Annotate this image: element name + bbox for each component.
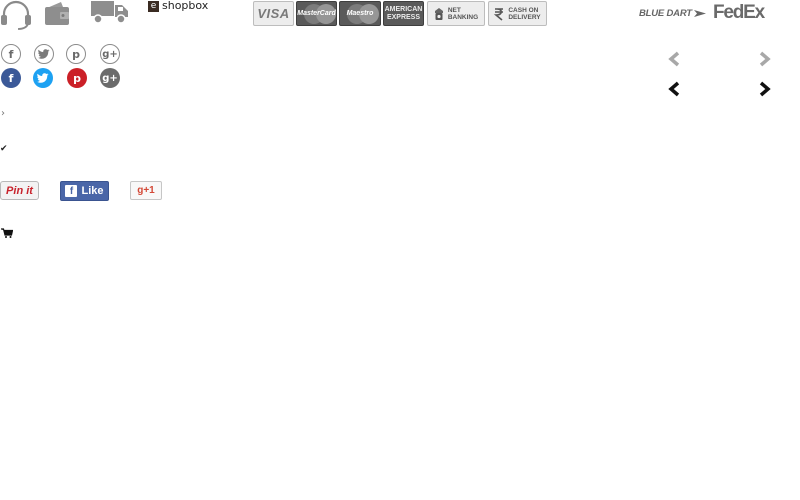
shopbox-badge: e [148,0,159,12]
facebook-glyph: f [8,47,14,61]
delivery-truck-icon [91,0,129,29]
amex-card: AMERICAN EXPRESS [383,1,424,26]
shopbox-logo[interactable]: e shopbox [148,0,208,12]
amex-label-line2: EXPRESS [386,13,421,21]
bluedart-logo: BLUE DART [639,8,706,19]
facebook-like-label: Like [81,185,104,197]
visa-label: VISA [257,6,290,21]
next-arrow-light-icon[interactable] [758,51,772,72]
facebook-icon[interactable]: f [1,68,21,88]
twitter-icon[interactable] [33,68,53,88]
pinterest-glyph: p [72,47,80,61]
visa-card: VISA [253,1,294,26]
cod-line2: DELIVERY [508,13,541,21]
maestro-label: Maestro [346,10,374,17]
googleplus-one-button[interactable]: g+1 [130,181,162,200]
mastercard-label: MasterCard [297,10,336,17]
fedex-logo: FedEx [713,2,765,23]
wallet-icon [44,0,70,31]
googleplus-glyph: g+ [102,48,118,60]
googleplus-glyph-filled: g+ [102,72,118,84]
amex-label-line1: AMERICAN [384,5,423,13]
mastercard-card: MasterCard [296,1,337,26]
googleplus-icon[interactable]: g+ [100,68,120,88]
cod-line1: CASH ON [508,6,539,14]
rupee-icon [494,7,504,21]
net-banking-card: NET BANKING [427,1,485,26]
shopbox-label: shopbox [162,0,209,12]
googleplus-outline-icon[interactable]: g+ [100,44,120,64]
prev-arrow-icon[interactable] [667,81,681,102]
pinit-button[interactable]: Pin it [0,181,39,200]
support-headset-icon [0,0,32,35]
bluedart-label: BLUE DART [639,8,692,19]
pinterest-glyph-filled: p [73,71,81,85]
pinterest-icon[interactable]: p [67,68,87,88]
bluedart-arrow-icon [693,10,706,17]
twitter-bird-icon [38,49,50,59]
breadcrumb-separator: › [1,108,5,119]
pinit-label: Pin it [6,184,33,197]
maestro-card: Maestro [339,1,381,26]
net-banking-line2: BANKING [447,13,479,21]
twitter-outline-icon[interactable] [34,44,54,64]
facebook-like-icon: f [65,185,78,197]
twitter-bird-filled-icon [37,73,49,83]
check-icon: ✔ [0,144,8,154]
prev-arrow-light-icon[interactable] [667,51,681,72]
next-arrow-icon[interactable] [758,81,772,102]
cart-icon[interactable] [1,225,14,243]
googleplus-one-label: g+1 [137,185,155,196]
facebook-outline-icon[interactable]: f [1,44,21,64]
cash-on-delivery-card: CASH ON DELIVERY [488,1,547,26]
bank-icon [434,7,444,21]
net-banking-line1: NET [447,6,461,14]
pinterest-outline-icon[interactable]: p [66,44,86,64]
facebook-glyph-filled: f [8,71,14,85]
facebook-like-button[interactable]: f Like [60,181,109,201]
